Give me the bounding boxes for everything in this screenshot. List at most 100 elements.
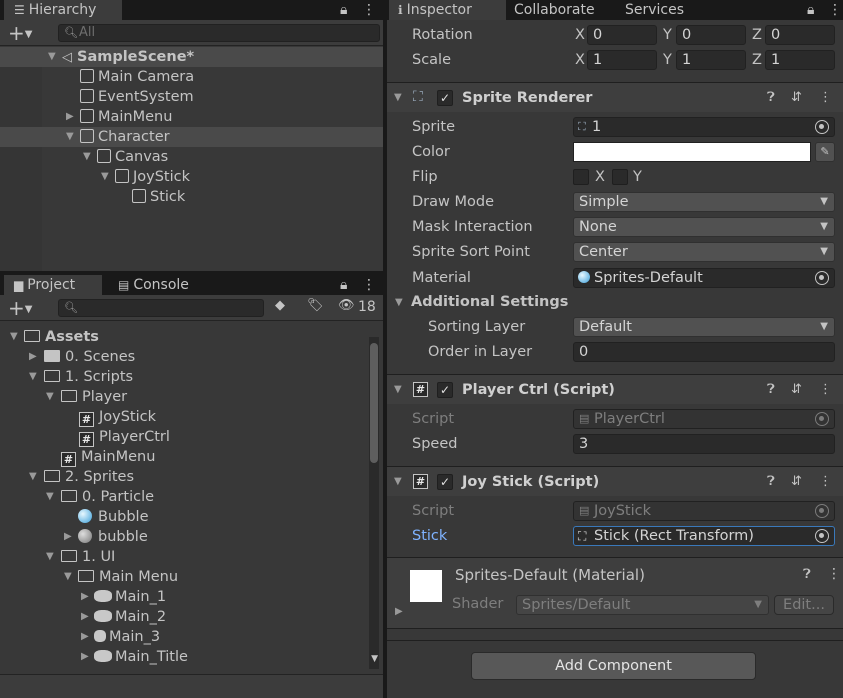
flip-x-checkbox[interactable]	[573, 169, 589, 185]
tab-console[interactable]: ▤ Console	[118, 275, 189, 295]
draw-mode-dropdown[interactable]: Simple ▼	[573, 192, 835, 212]
create-button[interactable]: +▼	[8, 22, 32, 46]
tab-collaborate[interactable]: Collaborate	[514, 0, 595, 20]
project-item-main-2[interactable]: ▶ Main_2	[0, 607, 166, 627]
scale-y-field[interactable]: 1	[676, 50, 746, 70]
player-ctrl-header[interactable]: ▼ # ✓ Player Ctrl (Script) ❓︎ ⇵ ⋮	[387, 374, 843, 404]
help-icon[interactable]: ❓︎	[803, 567, 811, 582]
component-menu-icon[interactable]: ⋮	[827, 566, 841, 582]
create-button[interactable]: +▼	[8, 297, 32, 321]
project-item-bubble-sprite[interactable]: ▶ bubble	[0, 527, 148, 547]
expand-arrow-icon[interactable]: ▼	[394, 92, 402, 103]
project-item-scenes[interactable]: ▶ 0. Scenes	[0, 347, 135, 367]
expand-arrow-icon[interactable]: ▼	[46, 487, 54, 507]
additional-settings-arrow-icon[interactable]: ▼	[395, 297, 403, 308]
sprite-sort-point-dropdown[interactable]: Center ▼	[573, 242, 835, 262]
project-item-particle[interactable]: ▼ 0. Particle	[0, 487, 154, 507]
expand-arrow-icon[interactable]: ▼	[48, 47, 56, 67]
more-menu-icon[interactable]: ⋮	[362, 0, 376, 20]
sprite-renderer-enabled-checkbox[interactable]: ✓	[437, 90, 453, 106]
player-ctrl-enabled-checkbox[interactable]: ✓	[437, 382, 453, 398]
scale-y-label[interactable]: Y	[663, 50, 672, 70]
sorting-layer-dropdown[interactable]: Default ▼	[573, 317, 835, 337]
flip-y-checkbox[interactable]	[612, 169, 628, 185]
project-search-input[interactable]: 🔍︎	[58, 299, 264, 317]
rotation-z-label[interactable]: Z	[752, 25, 762, 45]
edit-shader-button[interactable]: Edit...	[774, 595, 834, 615]
presets-icon[interactable]: ⇵	[791, 467, 802, 497]
scroll-down-arrow-icon[interactable]: ▼	[371, 654, 378, 664]
collapsed-arrow-icon[interactable]: ▶	[66, 107, 74, 127]
presets-icon[interactable]: ⇵	[791, 83, 802, 113]
presets-icon[interactable]: ⇵	[791, 375, 802, 405]
help-icon[interactable]: ❓︎	[767, 83, 775, 113]
speed-field[interactable]: 3	[573, 434, 835, 454]
lock-icon[interactable]: 🔒︎	[340, 275, 347, 295]
scale-x-label[interactable]: X	[575, 50, 585, 70]
project-item-sprites[interactable]: ▼ 2. Sprites	[0, 467, 134, 487]
tab-services[interactable]: Services	[625, 0, 684, 20]
component-menu-icon[interactable]: ⋮	[819, 375, 832, 405]
eyedropper-icon[interactable]: ✎	[815, 142, 835, 162]
scale-z-label[interactable]: Z	[752, 50, 762, 70]
collapsed-arrow-icon[interactable]: ▶	[29, 347, 37, 367]
expand-arrow-icon[interactable]: ▼	[394, 384, 402, 395]
hierarchy-search-input[interactable]: 🔍︎ All	[58, 24, 380, 42]
joy-stick-enabled-checkbox[interactable]: ✓	[437, 474, 453, 490]
filter-by-label-icon[interactable]: 🏷︎	[307, 298, 324, 313]
hierarchy-item-mainmenu[interactable]: ▶ MainMenu	[0, 107, 172, 127]
project-item-main-title[interactable]: ▶ Main_Title	[0, 647, 188, 667]
scale-z-field[interactable]: 1	[765, 50, 835, 70]
filter-by-type-icon[interactable]: ◆	[275, 298, 285, 313]
tab-inspector[interactable]: ℹ Inspector	[389, 0, 506, 20]
object-picker-icon[interactable]	[815, 120, 829, 134]
additional-settings-label[interactable]: Additional Settings	[411, 292, 568, 312]
expand-arrow-icon[interactable]: ▼	[29, 367, 37, 387]
expand-arrow-icon[interactable]: ▼	[64, 567, 72, 587]
hierarchy-item-canvas[interactable]: ▼ Canvas	[0, 147, 168, 167]
collapsed-arrow-icon[interactable]: ▶	[81, 627, 89, 647]
order-in-layer-field[interactable]: 0	[573, 342, 835, 362]
joy-stick-header[interactable]: ▼ # ✓ Joy Stick (Script) ❓︎ ⇵ ⋮	[387, 466, 843, 496]
mask-interaction-dropdown[interactable]: None ▼	[573, 217, 835, 237]
project-item-joystick-script[interactable]: # JoyStick	[0, 407, 156, 427]
hierarchy-item-joystick[interactable]: ▼ JoyStick	[0, 167, 190, 187]
component-menu-icon[interactable]: ⋮	[819, 83, 832, 113]
expand-arrow-icon[interactable]: ▼	[46, 387, 54, 407]
collapsed-arrow-icon[interactable]: ▶	[81, 607, 89, 627]
expand-arrow-icon[interactable]: ▼	[101, 167, 109, 187]
project-item-main-menu-folder[interactable]: ▼ Main Menu	[0, 567, 178, 587]
scene-row[interactable]: ▼ ◁ SampleScene*	[0, 47, 383, 67]
expand-arrow-icon[interactable]: ▼	[83, 147, 91, 167]
help-icon[interactable]: ❓︎	[767, 467, 775, 497]
collapsed-arrow-icon[interactable]: ▶	[81, 647, 89, 667]
hidden-packages-icon[interactable]: 👁︎	[338, 298, 355, 313]
project-scrollbar[interactable]	[369, 337, 379, 669]
sprite-field[interactable]: ⛶ 1	[573, 117, 835, 137]
expand-arrow-icon[interactable]: ▼	[46, 547, 54, 567]
component-menu-icon[interactable]: ⋮	[819, 467, 832, 497]
rotation-x-field[interactable]: 0	[587, 25, 657, 45]
hierarchy-item-stick[interactable]: Stick	[0, 187, 185, 207]
rotation-z-field[interactable]: 0	[765, 25, 835, 45]
rotation-x-label[interactable]: X	[575, 25, 585, 45]
object-picker-icon[interactable]	[815, 529, 829, 543]
expand-arrow-icon[interactable]: ▼	[394, 476, 402, 487]
project-item-bubble-material[interactable]: Bubble	[0, 507, 149, 527]
project-item-assets[interactable]: ▼ Assets	[0, 327, 99, 347]
color-swatch[interactable]	[573, 142, 811, 162]
project-item-player[interactable]: ▼ Player	[0, 387, 127, 407]
stick-field[interactable]: ⛶ Stick (Rect Transform)	[573, 526, 835, 546]
more-menu-icon[interactable]: ⋮	[828, 0, 842, 20]
scrollbar-thumb[interactable]	[370, 343, 378, 463]
rotation-y-label[interactable]: Y	[663, 25, 672, 45]
project-item-ui[interactable]: ▼ 1. UI	[0, 547, 115, 567]
object-picker-icon[interactable]	[815, 271, 829, 285]
collapsed-arrow-icon[interactable]: ▶	[64, 527, 72, 547]
project-item-mainmenu-script[interactable]: # MainMenu	[0, 447, 155, 467]
expand-arrow-icon[interactable]: ▼	[66, 127, 74, 147]
more-menu-icon[interactable]: ⋮	[362, 275, 376, 295]
project-item-playerctrl-script[interactable]: # PlayerCtrl	[0, 427, 170, 447]
project-item-main-3[interactable]: ▶ Main_3	[0, 627, 160, 647]
rotation-y-field[interactable]: 0	[676, 25, 746, 45]
